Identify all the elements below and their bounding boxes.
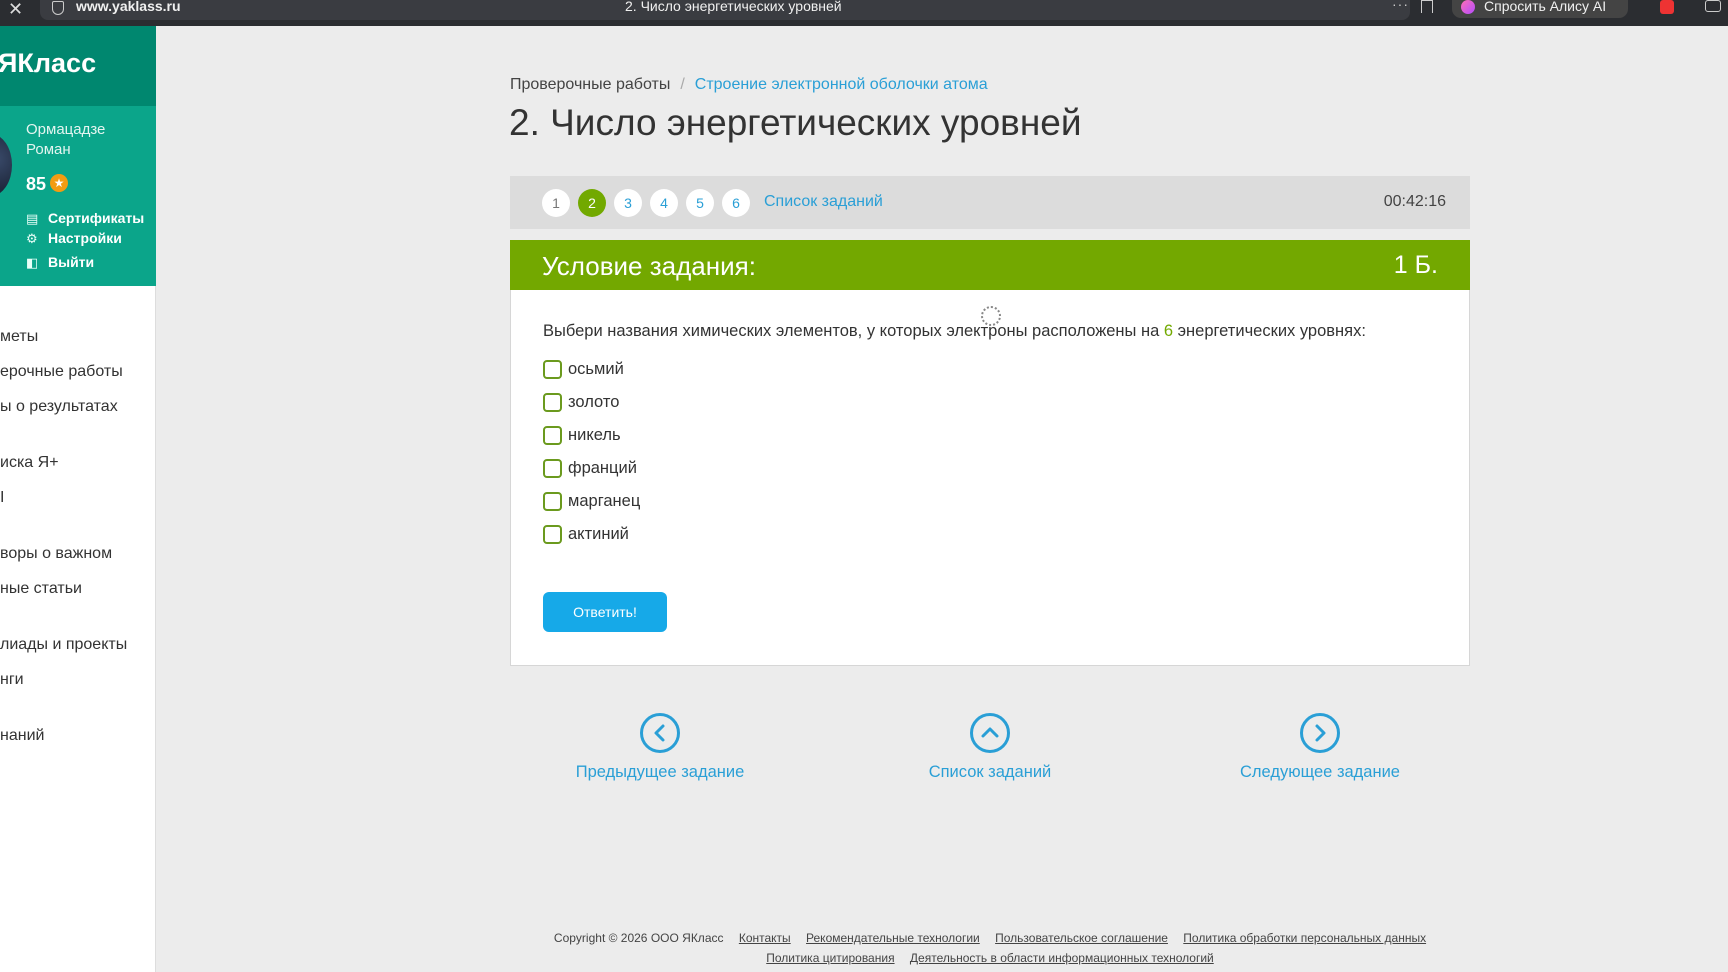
task-pill-5[interactable]: 5: [686, 189, 714, 217]
brand-logo[interactable]: ЯКласс: [0, 48, 96, 79]
task-list-bottom-label[interactable]: Список заданий: [870, 763, 1110, 782]
prev-task-link[interactable]: Предыдущее задание: [540, 713, 780, 782]
next-task-label[interactable]: Следующее задание: [1200, 763, 1440, 782]
sidebar-item-knowledge[interactable]: наний: [0, 727, 44, 745]
option-label[interactable]: марганец: [568, 492, 640, 511]
footer-link-it-activity[interactable]: Деятельность в области информационных те…: [910, 951, 1214, 965]
question-after: энергетических уровнях:: [1173, 322, 1366, 340]
option-label[interactable]: золото: [568, 393, 619, 412]
extension-icon[interactable]: [1660, 0, 1674, 14]
alice-icon: [1461, 0, 1475, 14]
prev-task-label[interactable]: Предыдущее задание: [540, 763, 780, 782]
task-pill-4[interactable]: 4: [650, 189, 678, 217]
task-card-body: Выбери названия химических элементов, у …: [510, 290, 1470, 666]
sidebar-item-reports[interactable]: ы о результатах: [0, 398, 118, 416]
certificates-link[interactable]: ▤ Сертификаты: [26, 210, 144, 227]
task-pill-3[interactable]: 3: [614, 189, 642, 217]
brand-header: ЯКласс: [0, 26, 156, 106]
option-checkbox[interactable]: [543, 393, 562, 412]
points-count: 85: [26, 174, 47, 194]
option-checkbox[interactable]: [543, 426, 562, 445]
footer-link-citation[interactable]: Политика цитирования: [766, 951, 894, 965]
task-list-bottom-link[interactable]: Список заданий: [870, 713, 1110, 782]
profile-panel: Ормацадзе Роман 85 ★ ▤ Сертификаты ⚙ Настр…: [0, 106, 156, 286]
answer-button[interactable]: Ответить!: [543, 592, 667, 632]
tab-title: 2. Число энергетических уровней: [625, 0, 842, 14]
logout-link[interactable]: ◧ Выйти: [26, 254, 94, 271]
option-label[interactable]: актиний: [568, 525, 629, 544]
certificates-label: Сертификаты: [48, 210, 145, 226]
bookmark-icon[interactable]: [1421, 0, 1433, 13]
breadcrumb-separator: /: [680, 76, 685, 93]
sidebar-item-subjects[interactable]: меты: [0, 328, 38, 346]
option-checkbox[interactable]: [543, 492, 562, 511]
sidebar-item-tests[interactable]: ерочные работы: [0, 363, 123, 381]
browser-toolbar: ✕ www.yaklass.ru 2. Число энергетических…: [0, 0, 1728, 26]
certificate-icon: ▤: [26, 211, 39, 226]
breadcrumb-tests[interactable]: Проверочные работы: [510, 76, 670, 93]
question-before: Выбери названия химических элементов, у …: [543, 322, 1164, 340]
star-icon: ★: [50, 174, 68, 192]
chat-icon[interactable]: [1705, 0, 1721, 12]
question-text: Выбери названия химических элементов, у …: [543, 322, 1366, 341]
footer: Copyright © 2026 ООО ЯКласс Контакты Рек…: [510, 928, 1470, 968]
url-text[interactable]: www.yaklass.ru: [76, 0, 181, 13]
sidebar-item-subscription[interactable]: иска Я+: [0, 454, 59, 472]
timer: 00:42:16: [1383, 193, 1446, 210]
sidebar: ЯКласс Ормацадзе Роман 85 ★ ▤ Сертификаты…: [0, 26, 156, 972]
option-label[interactable]: осьмий: [568, 360, 624, 379]
avatar[interactable]: [0, 134, 12, 196]
breadcrumb: Проверочные работы / Строение электронной …: [510, 76, 988, 94]
task-points: 1 Б.: [1393, 251, 1438, 279]
sidebar-item-talks[interactable]: воры о важном: [0, 545, 112, 563]
task-pill-1[interactable]: 1: [542, 189, 570, 217]
task-list-link[interactable]: Список заданий: [764, 193, 883, 211]
option-checkbox[interactable]: [543, 525, 562, 544]
settings-link[interactable]: ⚙ Настройки: [26, 230, 122, 247]
gear-icon: ⚙: [26, 231, 38, 246]
logout-label: Выйти: [48, 254, 95, 270]
footer-link-recommendations[interactable]: Рекомендательные технологии: [806, 931, 980, 945]
task-card-title: Условие задания:: [542, 251, 756, 281]
option-checkbox[interactable]: [543, 360, 562, 379]
chevron-left-icon[interactable]: [640, 713, 680, 753]
footer-link-privacy[interactable]: Политика обработки персональных данных: [1183, 931, 1426, 945]
option-label[interactable]: никель: [568, 426, 621, 445]
breadcrumb-topic-link[interactable]: Строение электронной оболочки атома: [695, 76, 988, 93]
sidebar-item-misc[interactable]: І: [0, 489, 4, 507]
footer-row: Политика цитирования Деятельность в обла…: [510, 948, 1470, 968]
task-pill-6[interactable]: 6: [722, 189, 750, 217]
settings-label: Настройки: [48, 230, 122, 246]
page-title: 2. Число энергетических уровней: [509, 102, 1082, 143]
sidebar-item-articles[interactable]: ные статьи: [0, 580, 82, 598]
shield-icon[interactable]: [52, 1, 64, 15]
chevron-up-icon[interactable]: [970, 713, 1010, 753]
sidebar-item-olympiads[interactable]: лиады и проекты: [0, 636, 127, 654]
next-task-link[interactable]: Следующее задание: [1200, 713, 1440, 782]
copyright: Copyright © 2026 ООО ЯКласс: [553, 931, 724, 945]
more-icon[interactable]: ···: [1392, 0, 1409, 12]
task-card-header: Условие задания: 1 Б.: [510, 240, 1470, 290]
question-highlight: 6: [1163, 322, 1174, 340]
footer-row: Copyright © 2026 ООО ЯКласс Контакты Рек…: [510, 928, 1470, 948]
chevron-right-icon[interactable]: [1300, 713, 1340, 753]
task-pill-2[interactable]: 2: [578, 189, 606, 217]
footer-link-user-agreement[interactable]: Пользовательское соглашение: [995, 931, 1168, 945]
sidebar-item-ratings[interactable]: нги: [0, 671, 24, 689]
logout-icon: ◧: [26, 255, 39, 270]
option-checkbox[interactable]: [543, 459, 562, 478]
user-name[interactable]: Ормацадзе Роман: [26, 120, 146, 160]
option-label[interactable]: франций: [568, 459, 637, 478]
close-icon[interactable]: ✕: [8, 0, 23, 20]
task-navigation: 1 2 3 4 5 6 Список заданий 00:42:16: [510, 176, 1470, 229]
footer-link-contacts[interactable]: Контакты: [739, 931, 791, 945]
alice-label[interactable]: Спросить Алису AI: [1484, 0, 1606, 13]
